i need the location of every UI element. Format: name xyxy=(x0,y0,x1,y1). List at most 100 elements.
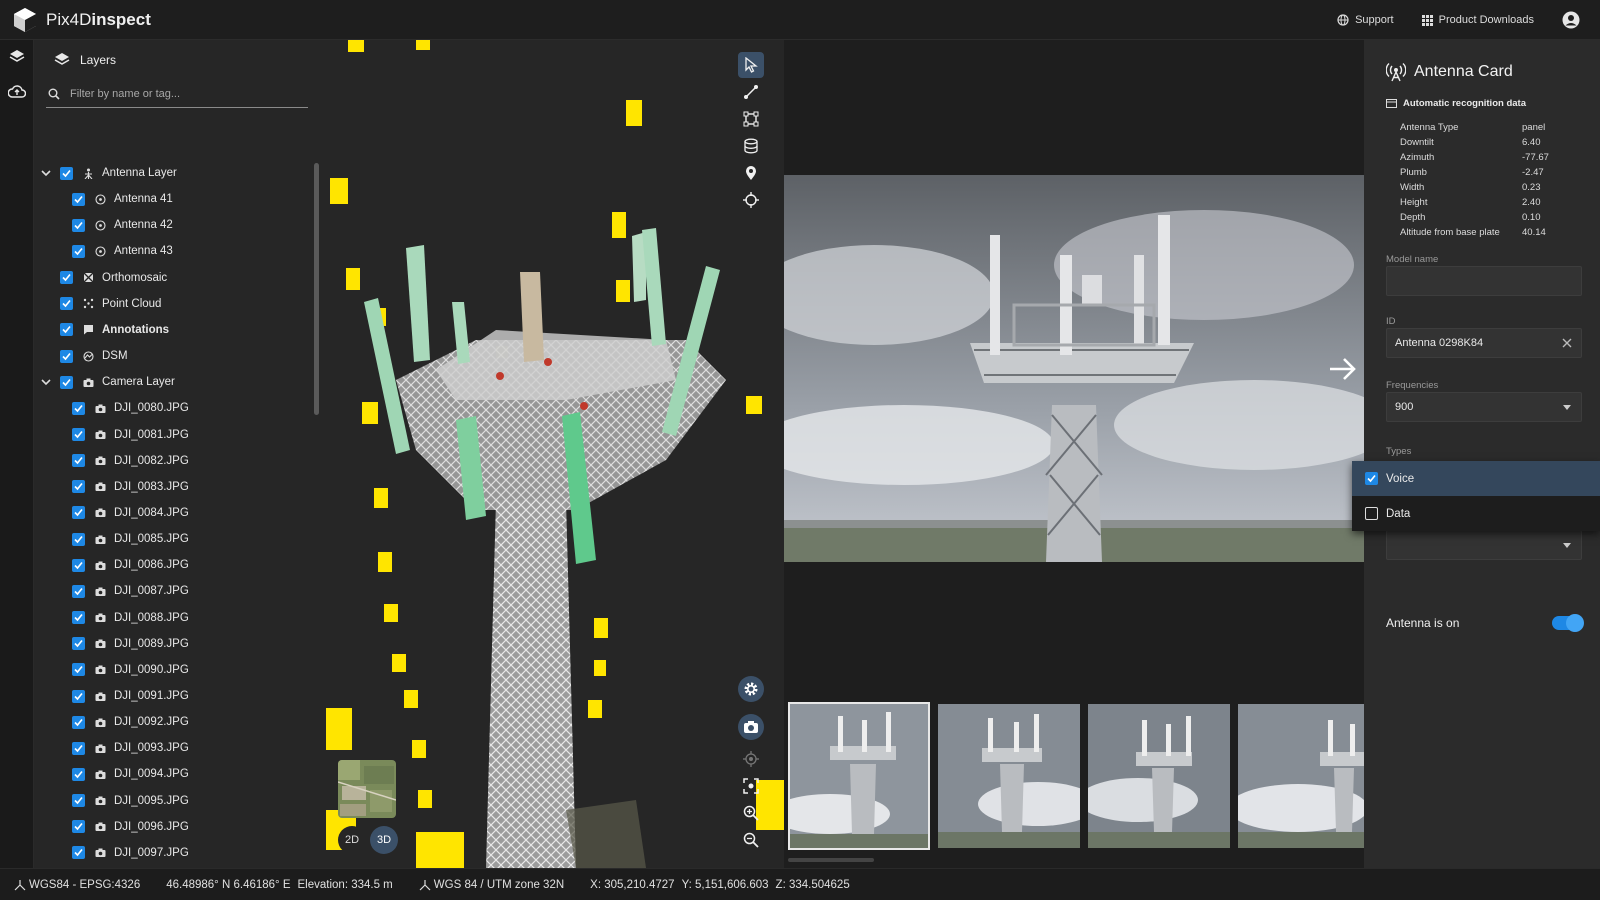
layer-row[interactable]: DJI_0092.JPG xyxy=(34,709,189,735)
location-pin-button[interactable] xyxy=(738,160,764,186)
type-option-voice[interactable]: Voice xyxy=(1352,461,1600,496)
antenna-on-toggle[interactable] xyxy=(1552,614,1584,632)
support-link[interactable]: Support xyxy=(1337,14,1394,26)
upload-button[interactable] xyxy=(0,74,34,108)
layer-checkbox[interactable] xyxy=(72,480,85,494)
layer-checkbox[interactable] xyxy=(72,611,85,625)
thumbnail-scrollbar[interactable] xyxy=(788,858,874,862)
layer-row[interactable]: DJI_0091.JPG xyxy=(34,683,189,709)
layer-row[interactable]: DJI_0086.JPG xyxy=(34,552,189,578)
layer-checkbox[interactable] xyxy=(72,794,85,808)
layer-checkbox[interactable] xyxy=(72,820,85,834)
settings-button[interactable] xyxy=(738,676,764,702)
layer-checkbox[interactable] xyxy=(60,349,73,363)
layer-checkbox[interactable] xyxy=(60,271,73,285)
frequencies-select[interactable]: 900 xyxy=(1386,392,1582,422)
user-avatar-icon[interactable] xyxy=(1562,11,1580,29)
measure-line-button[interactable] xyxy=(738,79,764,105)
zoom-in-button[interactable] xyxy=(738,800,764,826)
layer-row[interactable]: Point Cloud xyxy=(34,291,161,317)
camera-icon xyxy=(95,848,106,858)
id-input[interactable]: Antenna 0298K84 xyxy=(1386,328,1582,358)
next-photo-arrow-icon[interactable] xyxy=(1326,352,1360,386)
layers-scrollbar[interactable] xyxy=(314,163,319,415)
layer-checkbox[interactable] xyxy=(72,637,85,651)
layer-checkbox[interactable] xyxy=(72,454,85,468)
2d-mode-button[interactable]: 2D xyxy=(338,826,366,854)
layer-row[interactable]: DJI_0097.JPG xyxy=(34,840,189,866)
layer-checkbox[interactable] xyxy=(72,558,85,572)
3d-view[interactable] xyxy=(326,40,784,868)
zoom-out-button[interactable] xyxy=(738,827,764,853)
layer-checkbox[interactable] xyxy=(60,323,73,337)
crs-indicator[interactable]: WGS84 - EPSG:4326 xyxy=(14,879,140,891)
layer-row[interactable]: Antenna 43 xyxy=(34,238,173,264)
layer-row[interactable]: DJI_0080.JPG xyxy=(34,395,189,421)
layer-row[interactable]: DJI_0096.JPG xyxy=(34,814,189,840)
measure-area-button[interactable] xyxy=(738,106,764,132)
layer-row[interactable]: DJI_0085.JPG xyxy=(34,526,189,552)
type-option-data[interactable]: Data xyxy=(1352,496,1600,531)
layer-row[interactable]: Camera Layer xyxy=(34,369,175,395)
layer-checkbox[interactable] xyxy=(72,401,85,415)
filter-input[interactable] xyxy=(70,87,290,100)
layer-checkbox[interactable] xyxy=(72,741,85,755)
layer-row[interactable]: DJI_0093.JPG xyxy=(34,735,189,761)
types-select[interactable] xyxy=(1386,530,1582,560)
layer-row[interactable]: DJI_0095.JPG xyxy=(34,788,189,814)
layer-row[interactable]: Annotations xyxy=(34,317,169,343)
locate-button[interactable] xyxy=(738,746,764,772)
layer-label: Point Cloud xyxy=(102,297,162,310)
photo-thumbnail[interactable] xyxy=(1238,704,1364,848)
volume-tool-button[interactable] xyxy=(738,133,764,159)
app-logo[interactable]: Pix4Dinspect xyxy=(12,7,151,33)
photo-thumbnail[interactable] xyxy=(788,702,930,850)
layers-toggle-button[interactable] xyxy=(0,40,34,74)
layer-checkbox[interactable] xyxy=(72,428,85,441)
clear-icon[interactable] xyxy=(1561,337,1573,349)
layer-checkbox[interactable] xyxy=(60,297,73,311)
layer-row[interactable]: DJI_0082.JPG xyxy=(34,448,189,474)
layer-checkbox[interactable] xyxy=(72,218,85,232)
layer-row[interactable]: DJI_0084.JPG xyxy=(34,500,189,526)
layer-checkbox[interactable] xyxy=(72,506,85,520)
layer-row[interactable]: DJI_0090.JPG xyxy=(34,657,189,683)
layer-checkbox[interactable] xyxy=(72,663,85,677)
layer-row[interactable]: DJI_0088.JPG xyxy=(34,605,189,631)
screenshot-button[interactable] xyxy=(738,714,764,740)
minimap[interactable] xyxy=(338,760,396,818)
layer-row[interactable]: DJI_0087.JPG xyxy=(34,578,189,604)
photo-thumbnail[interactable] xyxy=(938,704,1080,848)
layer-row[interactable]: DJI_0094.JPG xyxy=(34,761,189,787)
selected-photo[interactable] xyxy=(784,175,1364,562)
layer-row[interactable]: DJI_0089.JPG xyxy=(34,631,189,657)
antenna-icon xyxy=(95,220,106,231)
layer-row[interactable]: Antenna Layer xyxy=(34,160,177,186)
target-tool-button[interactable] xyxy=(738,187,764,213)
select-tool-button[interactable] xyxy=(738,52,764,78)
layer-checkbox[interactable] xyxy=(72,846,85,860)
layer-checkbox[interactable] xyxy=(72,244,85,258)
fit-view-button[interactable] xyxy=(738,773,764,799)
layer-row[interactable]: DSM xyxy=(34,343,128,369)
chevron-down-icon[interactable] xyxy=(40,167,52,179)
layer-checkbox[interactable] xyxy=(72,715,85,729)
layer-checkbox[interactable] xyxy=(60,375,73,389)
layer-row[interactable]: Antenna 42 xyxy=(34,212,173,238)
layer-row[interactable]: DJI_0081.JPG xyxy=(34,422,189,448)
layer-checkbox[interactable] xyxy=(72,532,85,546)
layer-checkbox[interactable] xyxy=(72,689,85,703)
model-name-input[interactable] xyxy=(1386,266,1582,296)
photo-thumbnail[interactable] xyxy=(1088,704,1230,848)
downloads-link[interactable]: Product Downloads xyxy=(1421,14,1534,26)
layer-checkbox[interactable] xyxy=(60,166,73,180)
3d-mode-button[interactable]: 3D xyxy=(370,826,398,854)
layer-row[interactable]: Antenna 41 xyxy=(34,186,173,212)
chevron-down-icon[interactable] xyxy=(40,376,52,388)
layer-checkbox[interactable] xyxy=(72,584,85,598)
layer-row[interactable]: DJI_0083.JPG xyxy=(34,474,189,500)
layer-checkbox[interactable] xyxy=(72,192,85,206)
layer-row[interactable]: Orthomosaic xyxy=(34,265,167,291)
utm-indicator[interactable]: WGS 84 / UTM zone 32N xyxy=(419,879,564,891)
layer-checkbox[interactable] xyxy=(72,767,85,781)
